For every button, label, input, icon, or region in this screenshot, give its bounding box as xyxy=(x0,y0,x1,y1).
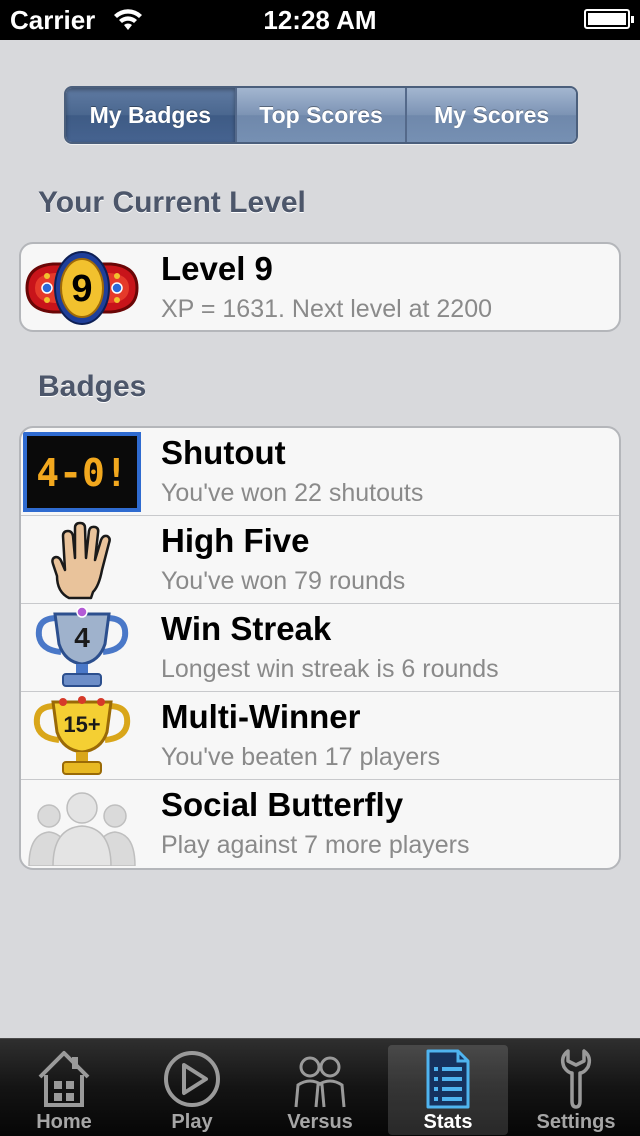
tab-label: Versus xyxy=(287,1111,353,1133)
segment-my-badges[interactable]: My Badges xyxy=(66,88,237,142)
segment-top-scores[interactable]: Top Scores xyxy=(236,88,408,142)
badges-heading: Badges xyxy=(38,370,147,403)
badge-subtitle: You've won 79 rounds xyxy=(161,567,406,595)
svg-text:4: 4 xyxy=(74,622,90,653)
badge-subtitle: Play against 7 more players xyxy=(161,831,470,859)
level-medal-icon: 9 xyxy=(25,251,139,325)
play-icon xyxy=(164,1051,220,1107)
status-bar: Carrier 12:28 AM xyxy=(0,0,640,40)
badge-row-high-five[interactable]: High Five You've won 79 rounds xyxy=(21,516,619,604)
badge-subtitle: You've beaten 17 players xyxy=(161,743,441,771)
people-silhouette-icon xyxy=(28,792,136,866)
tab-label: Play xyxy=(171,1111,213,1133)
tab-home[interactable]: Home xyxy=(0,1039,128,1136)
badge-title: Win Streak xyxy=(161,610,332,647)
tab-versus[interactable]: Versus xyxy=(256,1039,384,1136)
badges-scores-segmented-control: My Badges Top Scores My Scores xyxy=(64,86,578,144)
tab-label: Settings xyxy=(536,1111,616,1133)
tab-settings[interactable]: Settings xyxy=(512,1039,640,1136)
home-icon xyxy=(38,1051,90,1107)
tab-play[interactable]: Play xyxy=(128,1039,256,1136)
svg-text:9: 9 xyxy=(71,268,92,310)
silver-trophy-icon: 4 xyxy=(35,606,129,687)
badge-row-social-butterfly[interactable]: Social Butterfly Play against 7 more pla… xyxy=(21,780,619,868)
versus-icon xyxy=(294,1056,346,1108)
clock: 12:28 AM xyxy=(263,5,377,35)
current-level-heading: Your Current Level xyxy=(38,186,306,219)
badge-row-multi-winner[interactable]: 15+ Multi-Winner You've beaten 17 player… xyxy=(21,692,619,780)
badge-row-shutout[interactable]: 4-0! Shutout You've won 22 shutouts xyxy=(21,428,619,516)
svg-text:4-0!: 4-0! xyxy=(36,451,128,495)
tab-bar: Home Play Versus Stats Settings xyxy=(0,1038,640,1136)
tab-stats[interactable]: Stats xyxy=(384,1039,512,1136)
stats-icon xyxy=(426,1049,470,1109)
level-row: 9 Level 9 XP = 1631. Next level at 2200 xyxy=(21,244,619,330)
segment-my-scores[interactable]: My Scores xyxy=(407,88,576,142)
gold-trophy-icon: 15+ xyxy=(33,696,131,775)
level-title: Level 9 xyxy=(161,250,273,287)
tab-label: Stats xyxy=(423,1111,473,1133)
badge-subtitle: Longest win streak is 6 rounds xyxy=(161,655,499,683)
badges-list: 4-0! Shutout You've won 22 shutouts High… xyxy=(19,426,621,870)
current-level-card: 9 Level 9 XP = 1631. Next level at 2200 xyxy=(19,242,621,332)
badge-title: Multi-Winner xyxy=(161,698,361,735)
wrench-icon xyxy=(560,1049,592,1109)
level-xp-detail: XP = 1631. Next level at 2200 xyxy=(161,295,493,323)
tab-label: Home xyxy=(36,1111,92,1133)
badge-subtitle: You've won 22 shutouts xyxy=(161,479,424,507)
scoreboard-icon: 4-0! xyxy=(23,432,141,512)
hand-icon xyxy=(51,521,111,600)
badge-row-win-streak[interactable]: 4 Win Streak Longest win streak is 6 rou… xyxy=(21,604,619,692)
badge-title: Shutout xyxy=(161,434,286,471)
svg-text:15+: 15+ xyxy=(63,712,100,737)
badge-title: High Five xyxy=(161,522,310,559)
badge-title: Social Butterfly xyxy=(161,786,404,823)
battery-icon xyxy=(584,9,634,29)
